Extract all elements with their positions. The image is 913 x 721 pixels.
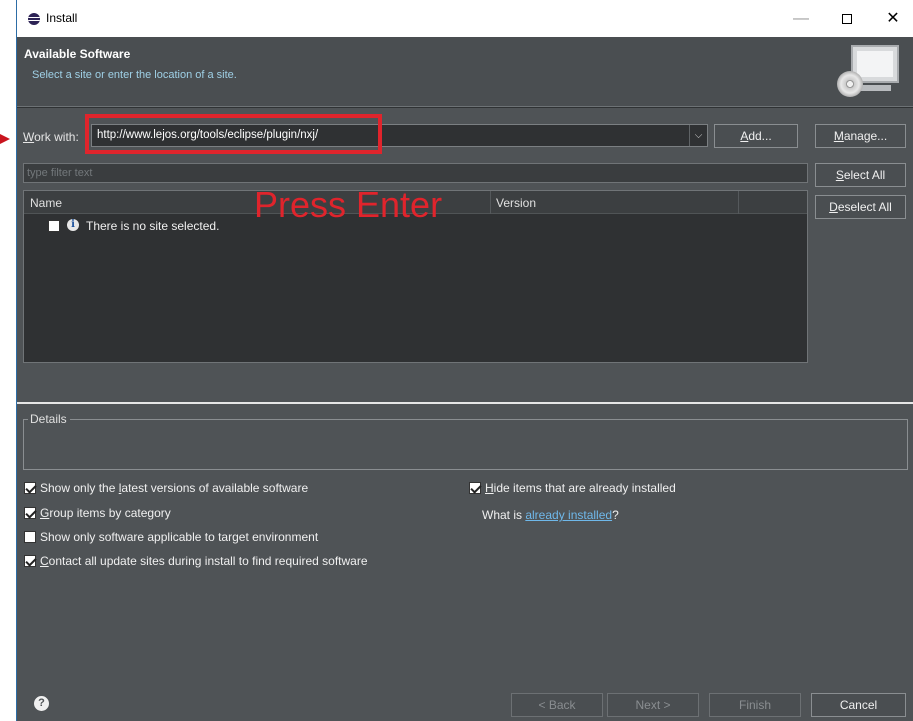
minimize-button[interactable]: —: [778, 0, 824, 37]
maximize-icon: [842, 13, 852, 24]
next-button[interactable]: Next >: [607, 693, 699, 717]
cancel-button[interactable]: Cancel: [811, 693, 906, 717]
annotation-highlight: [85, 114, 382, 154]
info-icon: i: [67, 219, 79, 231]
manage-button[interactable]: Manage...: [815, 124, 906, 148]
already-installed-link[interactable]: already installed: [525, 508, 612, 522]
divider: [17, 402, 913, 404]
eclipse-icon: [28, 13, 40, 25]
checkbox-checked-icon[interactable]: [24, 482, 36, 494]
details-group: [23, 419, 908, 470]
work-with-label: Work with:: [23, 130, 79, 144]
install-software-graphic-icon: [833, 45, 903, 101]
install-dialog: Install — ✕ Available Software Select a …: [16, 0, 913, 721]
annotation-text: Press Enter: [254, 184, 443, 225]
chevron-down-icon[interactable]: ⌵: [689, 125, 707, 146]
row-checkbox[interactable]: [48, 220, 60, 232]
title-bar: Install — ✕: [17, 0, 913, 37]
checkbox-unchecked-icon[interactable]: [24, 531, 36, 543]
close-button[interactable]: ✕: [870, 0, 913, 37]
select-all-button[interactable]: Select All: [815, 163, 906, 187]
what-is-installed: What is already installed?: [482, 508, 619, 522]
details-label: Details: [30, 412, 67, 426]
row-text: There is no site selected.: [86, 219, 220, 233]
checkbox-checked-icon[interactable]: [24, 507, 36, 519]
cd-icon: [837, 71, 863, 97]
page-title: Available Software: [24, 47, 131, 61]
annotation-arrow-icon: [0, 134, 10, 144]
window-title: Install: [46, 11, 78, 25]
filter-input[interactable]: type filter text: [23, 163, 808, 183]
maximize-button[interactable]: [824, 0, 870, 37]
checkbox-checked-icon[interactable]: [469, 482, 481, 494]
divider: [17, 107, 913, 108]
add-button[interactable]: Add...: [714, 124, 798, 148]
back-button[interactable]: < Back: [511, 693, 603, 717]
finish-button[interactable]: Finish: [709, 693, 801, 717]
column-version[interactable]: Version: [496, 196, 536, 210]
filter-placeholder: type filter text: [27, 167, 93, 179]
help-icon[interactable]: ?: [34, 696, 49, 711]
page-description: Select a site or enter the location of a…: [32, 69, 237, 81]
column-name[interactable]: Name: [30, 196, 62, 210]
checkbox-checked-icon[interactable]: [24, 555, 36, 567]
deselect-all-button[interactable]: Deselect All: [815, 195, 906, 219]
wizard-banner: Available Software Select a site or ente…: [17, 37, 913, 107]
